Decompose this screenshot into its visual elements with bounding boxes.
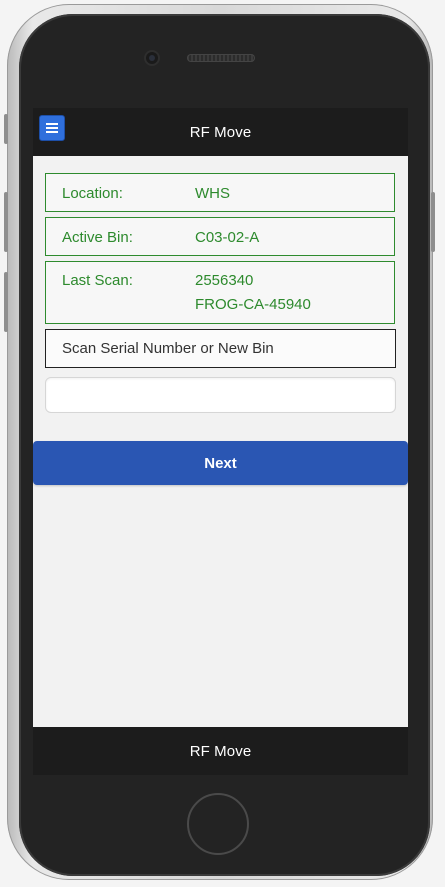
app-screen: RF Move Location: WHS Active Bin: C03-02… <box>33 108 408 775</box>
location-row: Location: WHS <box>45 173 395 212</box>
scan-input[interactable] <box>45 377 396 413</box>
scan-prompt-label: Scan Serial Number or New Bin <box>45 329 396 368</box>
next-button[interactable]: Next <box>33 441 408 485</box>
location-label: Location: <box>62 185 123 202</box>
location-value: WHS <box>195 185 230 202</box>
earpiece-speaker <box>187 54 255 62</box>
active-bin-row: Active Bin: C03-02-A <box>45 217 395 256</box>
active-bin-value: C03-02-A <box>195 229 260 246</box>
app-footer: RF Move <box>33 727 408 775</box>
volume-up-button <box>4 192 8 252</box>
last-scan-row: Last Scan: 2556340 FROG-CA-45940 <box>45 261 395 324</box>
last-scan-label: Last Scan: <box>62 272 133 289</box>
footer-title: RF Move <box>189 742 252 760</box>
page-title: RF Move <box>189 123 252 141</box>
last-scan-item: FROG-CA-45940 <box>195 296 311 313</box>
app-header: RF Move <box>33 108 408 156</box>
active-bin-label: Active Bin: <box>62 229 133 246</box>
front-camera-icon <box>146 52 158 64</box>
last-scan-serial: 2556340 <box>195 272 254 289</box>
volume-down-button <box>4 272 8 332</box>
home-button[interactable] <box>187 793 249 855</box>
mute-switch <box>4 114 8 144</box>
hamburger-menu-icon[interactable] <box>39 115 65 141</box>
power-button <box>431 192 435 252</box>
